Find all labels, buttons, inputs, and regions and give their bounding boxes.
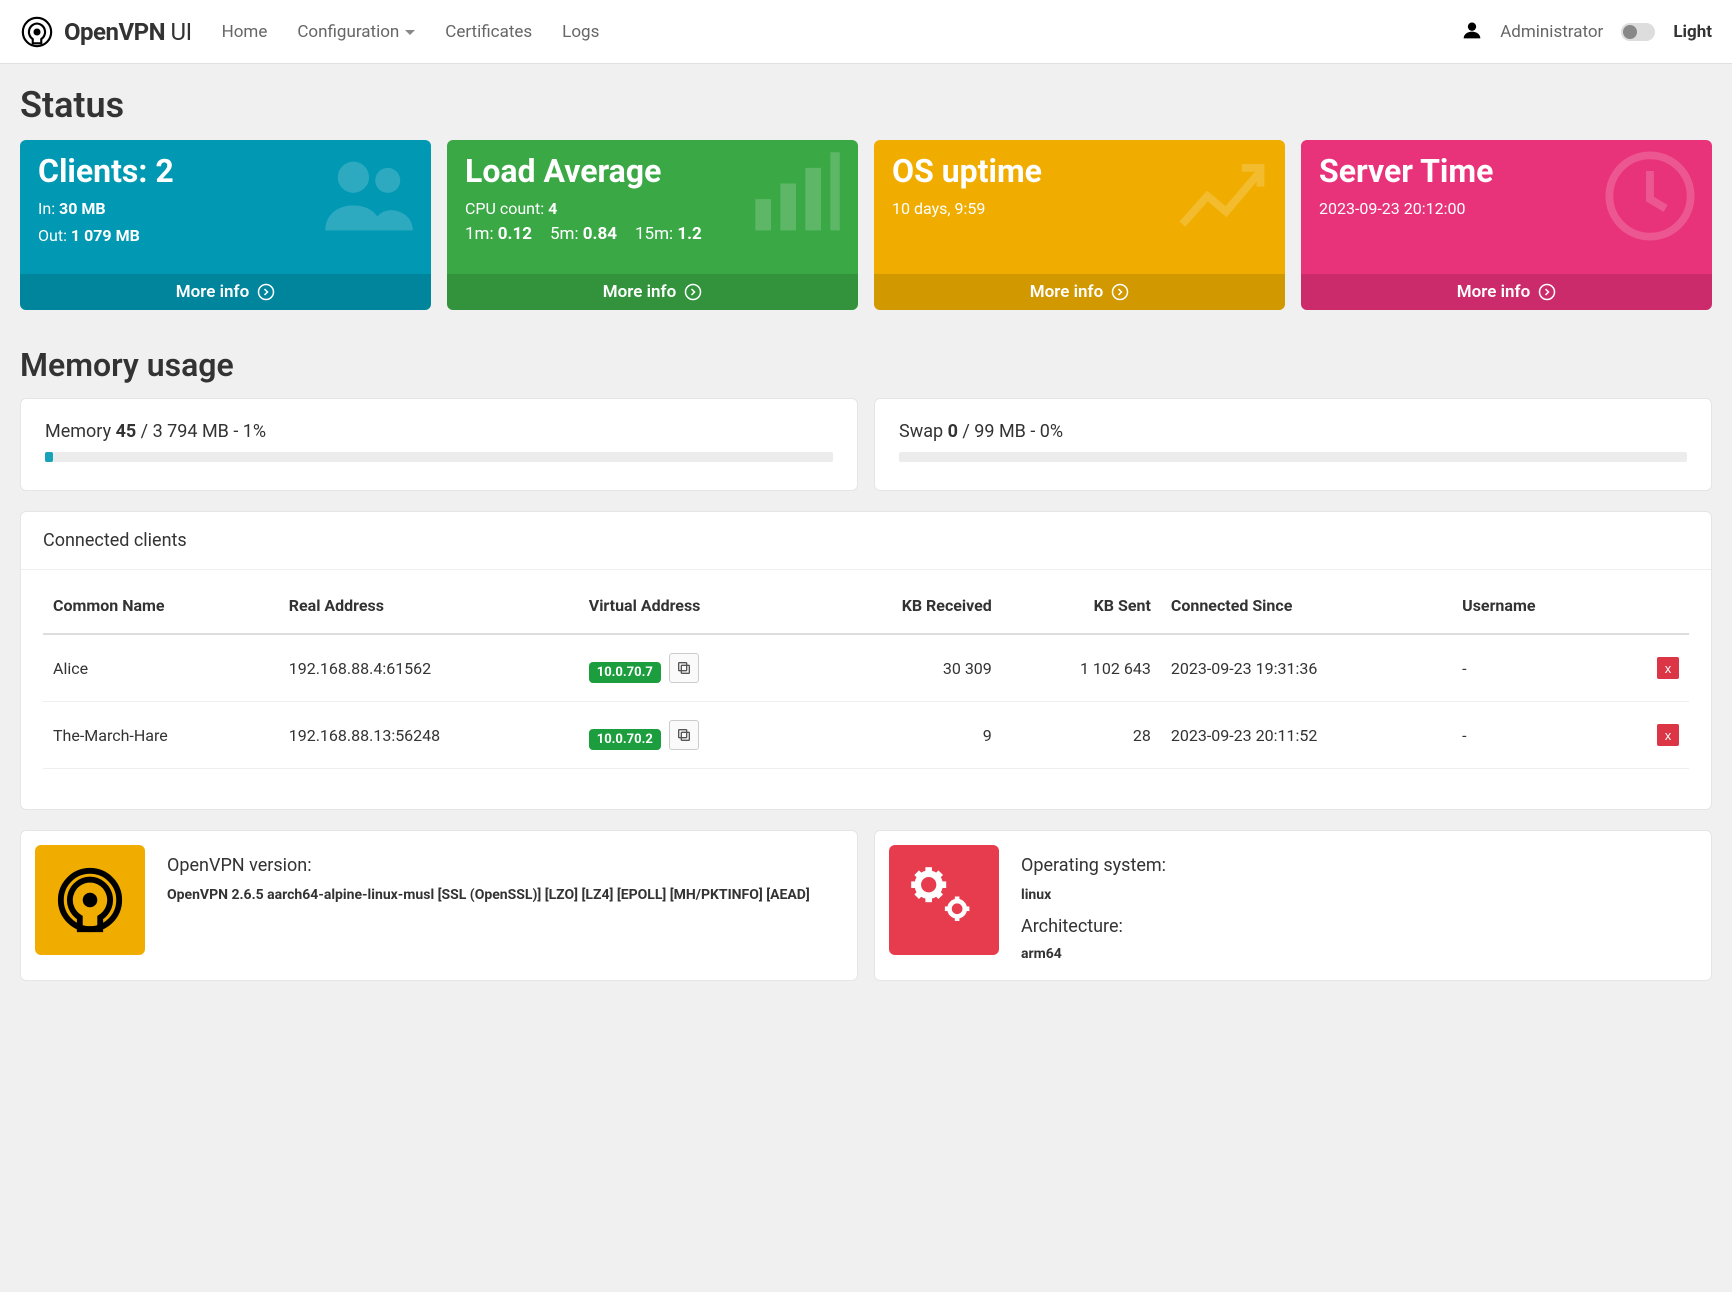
copy-icon <box>676 660 692 676</box>
memory-progress <box>45 452 833 462</box>
user-icon <box>1462 20 1482 44</box>
arrow-right-circle-icon <box>1111 283 1129 301</box>
clients-col-0: Common Name <box>43 578 279 634</box>
cell-kb-received: 9 <box>809 702 1002 769</box>
swap-card: Swap 0 / 99 MB - 0% <box>874 398 1712 491</box>
status-heading: Status <box>20 84 1712 126</box>
card-load-average: Load Average CPU count: 4 1m: 0.12 5m: 0… <box>447 140 858 310</box>
brand-link[interactable]: OpenVPN UI <box>20 15 192 49</box>
openvpn-logo-icon <box>20 15 54 49</box>
brand-text: OpenVPN UI <box>64 18 192 46</box>
virtual-ip-badge: 10.0.70.7 <box>589 662 661 683</box>
card-os-uptime: OS uptime 10 days, 9:59 More info <box>874 140 1285 310</box>
os-arch-card: Operating system: linux Architecture: ar… <box>874 830 1712 981</box>
cell-common-name: The-March-Hare <box>43 702 279 769</box>
bars-icon <box>746 146 846 246</box>
servertime-more-info[interactable]: More info <box>1301 274 1712 310</box>
nav-link-certificates[interactable]: Certificates <box>445 22 532 42</box>
arrow-right-circle-icon <box>684 283 702 301</box>
navbar: OpenVPN UI Home Configuration Certificat… <box>0 0 1732 64</box>
arch-heading: Architecture: <box>1021 916 1166 937</box>
clients-col-6: Username <box>1452 578 1615 634</box>
cell-username: - <box>1452 634 1615 702</box>
cell-real-address: 192.168.88.4:61562 <box>279 634 579 702</box>
cell-kb-sent: 28 <box>1002 702 1161 769</box>
theme-label: Light <box>1673 22 1712 42</box>
nav-link-logs[interactable]: Logs <box>562 22 599 42</box>
openvpn-version-heading: OpenVPN version: <box>167 855 810 876</box>
table-row: Alice192.168.88.4:61562 10.0.70.7 30 3091 … <box>43 634 1689 702</box>
arch-value: arm64 <box>1021 943 1166 965</box>
users-icon <box>319 146 419 246</box>
card-server-time: Server Time 2023-09-23 20:12:00 More inf… <box>1301 140 1712 310</box>
memory-card: Memory 45 / 3 794 MB - 1% <box>20 398 858 491</box>
trend-up-icon <box>1173 146 1273 246</box>
clock-icon <box>1600 146 1700 246</box>
gears-icon <box>889 845 999 955</box>
admin-label[interactable]: Administrator <box>1500 22 1603 42</box>
clients-more-info[interactable]: More info <box>20 274 431 310</box>
kill-client-button[interactable]: x <box>1657 724 1679 746</box>
card-clients: Clients: 2 In: 30 MB Out: 1 079 MB More … <box>20 140 431 310</box>
cell-connected-since: 2023-09-23 20:11:52 <box>1161 702 1452 769</box>
nav-right: Administrator Light <box>1462 20 1712 44</box>
cell-kb-received: 30 309 <box>809 634 1002 702</box>
connected-clients-heading: Connected clients <box>21 512 1711 570</box>
cell-virtual-address: 10.0.70.2 <box>579 702 809 769</box>
nav-link-home[interactable]: Home <box>222 22 268 42</box>
arrow-right-circle-icon <box>257 283 275 301</box>
cell-real-address: 192.168.88.13:56248 <box>279 702 579 769</box>
openvpn-version-value: OpenVPN 2.6.5 aarch64-alpine-linux-musl … <box>167 884 810 906</box>
connected-clients-panel: Connected clients Common NameReal Addres… <box>20 511 1712 810</box>
nav-link-configuration[interactable]: Configuration <box>297 22 415 42</box>
memory-progress-bar <box>45 452 53 462</box>
copy-config-button[interactable] <box>669 653 699 683</box>
os-value: linux <box>1021 884 1166 906</box>
clients-col-7 <box>1615 578 1689 634</box>
cell-kb-sent: 1 102 643 <box>1002 634 1161 702</box>
clients-col-4: KB Sent <box>1002 578 1161 634</box>
virtual-ip-badge: 10.0.70.2 <box>589 729 661 750</box>
copy-icon <box>676 727 692 743</box>
openvpn-version-icon <box>35 845 145 955</box>
memory-heading: Memory usage <box>20 346 1712 384</box>
os-heading: Operating system: <box>1021 855 1166 876</box>
kill-client-button[interactable]: x <box>1657 657 1679 679</box>
clients-col-2: Virtual Address <box>579 578 809 634</box>
table-row: The-March-Hare192.168.88.13:56248 10.0.70… <box>43 702 1689 769</box>
load-more-info[interactable]: More info <box>447 274 858 310</box>
theme-toggle[interactable] <box>1621 23 1655 41</box>
uptime-more-info[interactable]: More info <box>874 274 1285 310</box>
memory-label: Memory 45 / 3 794 MB - 1% <box>45 421 833 442</box>
clients-table: Common NameReal AddressVirtual AddressKB… <box>43 578 1689 769</box>
openvpn-version-card: OpenVPN version: OpenVPN 2.6.5 aarch64-a… <box>20 830 858 981</box>
clients-col-5: Connected Since <box>1161 578 1452 634</box>
swap-label: Swap 0 / 99 MB - 0% <box>899 421 1687 442</box>
cell-virtual-address: 10.0.70.7 <box>579 634 809 702</box>
cell-common-name: Alice <box>43 634 279 702</box>
clients-col-3: KB Received <box>809 578 1002 634</box>
cell-connected-since: 2023-09-23 19:31:36 <box>1161 634 1452 702</box>
swap-progress <box>899 452 1687 462</box>
nav-links: Home Configuration Certificates Logs <box>222 22 600 42</box>
clients-col-1: Real Address <box>279 578 579 634</box>
cell-username: - <box>1452 702 1615 769</box>
arrow-right-circle-icon <box>1538 283 1556 301</box>
copy-config-button[interactable] <box>669 720 699 750</box>
